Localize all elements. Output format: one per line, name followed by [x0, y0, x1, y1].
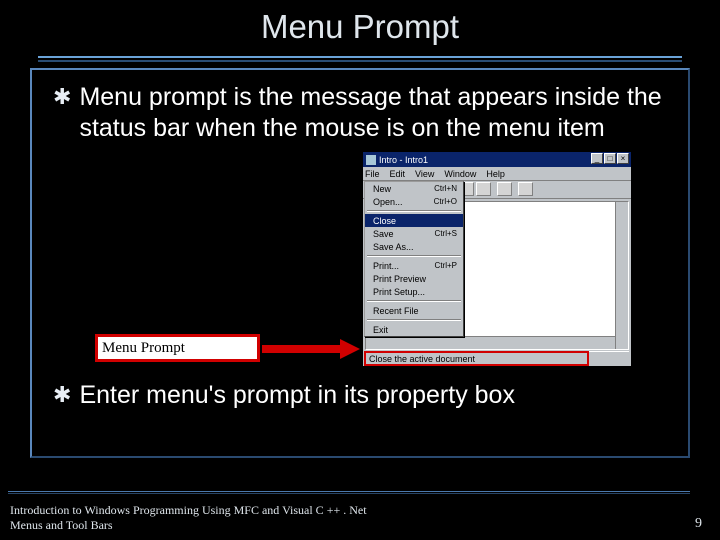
bullet-1: ✱ Menu prompt is the message that appear…	[53, 82, 673, 145]
bullet-2: ✱ Enter menu's prompt in its property bo…	[53, 380, 693, 411]
menu-separator	[367, 210, 461, 212]
bullet-2-text: Enter menu's prompt in its property box	[79, 380, 515, 411]
horizontal-scrollbar[interactable]	[366, 336, 615, 349]
maximize-button[interactable]: □	[604, 153, 616, 164]
bullet-1-text: Menu prompt is the message that appears …	[79, 82, 673, 145]
close-button[interactable]: ×	[617, 153, 629, 164]
menu-separator	[367, 300, 461, 302]
title-underline	[38, 56, 682, 62]
callout-box: Menu Prompt	[95, 334, 260, 362]
callout-label: Menu Prompt	[102, 340, 185, 357]
arrow-icon	[262, 343, 362, 355]
menu-window[interactable]: Window	[444, 169, 476, 179]
menu-separator	[367, 255, 461, 257]
menu-item-open[interactable]: Open...Ctrl+O	[365, 195, 463, 208]
menu-view[interactable]: View	[415, 169, 434, 179]
slide: Menu Prompt ✱ Menu prompt is the message…	[0, 0, 720, 540]
menu-item-printpreview[interactable]: Print Preview	[365, 272, 463, 285]
status-bar: Close the active document	[365, 351, 629, 365]
slide-title: Menu Prompt	[0, 8, 720, 46]
menu-item-saveas[interactable]: Save As...	[365, 240, 463, 253]
menu-edit[interactable]: Edit	[390, 169, 406, 179]
window-title: Intro - Intro1	[379, 155, 428, 165]
menubar[interactable]: File Edit View Window Help	[363, 167, 631, 181]
menu-item-print[interactable]: Print...Ctrl+P	[365, 259, 463, 272]
app-window: Intro - Intro1 _ □ × File Edit View Wind…	[362, 151, 632, 367]
footer-underline	[8, 491, 690, 494]
file-dropdown[interactable]: NewCtrl+N Open...Ctrl+O Close SaveCtrl+S…	[364, 181, 464, 337]
toolbar-button[interactable]	[497, 182, 512, 196]
menu-item-close[interactable]: Close	[365, 214, 463, 227]
menu-separator	[367, 319, 461, 321]
toolbar-button[interactable]	[476, 182, 491, 196]
minimize-button[interactable]: _	[591, 153, 603, 164]
toolbar-button[interactable]	[518, 182, 533, 196]
menu-help[interactable]: Help	[486, 169, 505, 179]
footer-line-1: Introduction to Windows Programming Usin…	[10, 503, 440, 517]
footer: Introduction to Windows Programming Usin…	[10, 503, 440, 532]
menu-item-exit[interactable]: Exit	[365, 323, 463, 336]
menu-item-printsetup[interactable]: Print Setup...	[365, 285, 463, 298]
footer-line-2: Menus and Tool Bars	[10, 518, 440, 532]
menu-item-save[interactable]: SaveCtrl+S	[365, 227, 463, 240]
bullet-icon: ✱	[53, 383, 71, 407]
page-number: 9	[695, 516, 702, 532]
bullet-icon: ✱	[53, 85, 71, 109]
menu-item-new[interactable]: NewCtrl+N	[365, 182, 463, 195]
status-text: Close the active document	[369, 354, 475, 364]
window-titlebar: Intro - Intro1 _ □ ×	[363, 152, 631, 167]
vertical-scrollbar[interactable]	[615, 202, 628, 349]
menu-item-recent[interactable]: Recent File	[365, 304, 463, 317]
menu-file[interactable]: File	[365, 169, 380, 179]
app-icon	[366, 155, 376, 165]
